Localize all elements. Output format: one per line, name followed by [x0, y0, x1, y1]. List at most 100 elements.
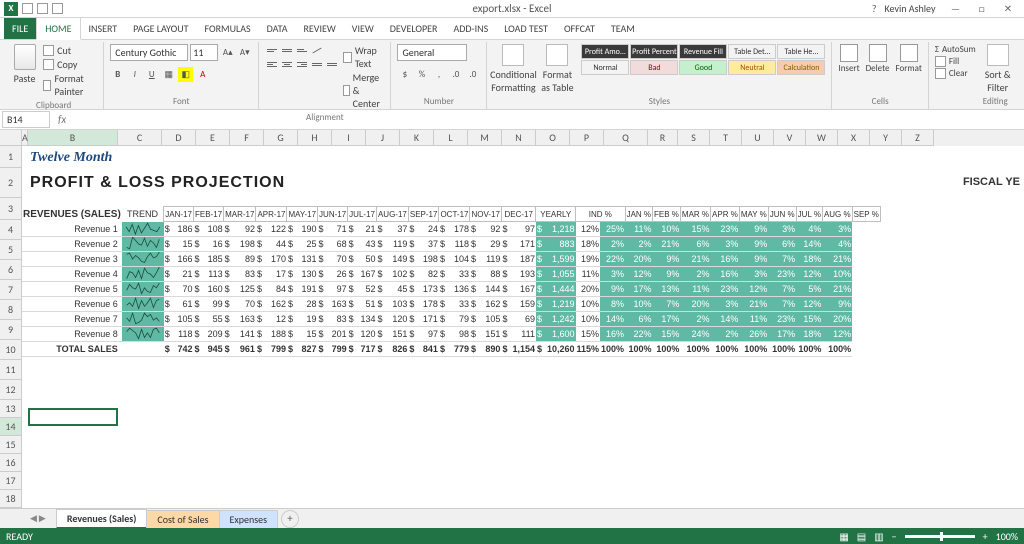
ribbon-tab-insert[interactable]: INSERT — [81, 18, 126, 39]
view-break-icon[interactable]: ▥ — [874, 530, 883, 543]
style-cell[interactable]: Table Det... — [728, 44, 776, 59]
row-header[interactable]: 18 — [0, 490, 22, 508]
column-header[interactable]: V — [774, 130, 806, 146]
align-top-button[interactable] — [265, 44, 279, 56]
table-row[interactable]: Revenue 6$61$99$70$162$28$163$51$103$178… — [22, 297, 880, 312]
undo-icon[interactable] — [37, 3, 48, 14]
row-headers[interactable]: 12345678910111213141516171819 — [0, 146, 22, 508]
border-button[interactable]: ▦ — [161, 67, 176, 82]
sheet-tab-cost-of-sales[interactable]: Cost of Sales — [146, 510, 219, 528]
autosum-button[interactable]: Σ AutoSum — [935, 44, 976, 55]
view-normal-icon[interactable]: ▦ — [839, 530, 848, 543]
ribbon-tab-review[interactable]: REVIEW — [295, 18, 343, 39]
name-box[interactable]: B14 — [2, 111, 50, 128]
align-right-button[interactable] — [295, 58, 309, 70]
worksheet[interactable]: ABCDEFGHIJKLMNOPQRSTUVWXYZ 1234567891011… — [0, 130, 1024, 508]
row-header[interactable]: 7 — [0, 280, 22, 300]
wrap-text-button[interactable]: Wrap Text — [343, 44, 384, 70]
style-cell[interactable]: Bad — [630, 60, 678, 75]
row-header[interactable]: 14 — [0, 418, 22, 436]
bold-button[interactable]: B — [110, 67, 125, 82]
sheet-tab-expenses[interactable]: Expenses — [219, 510, 279, 528]
column-header[interactable]: D — [162, 130, 196, 146]
style-cell[interactable]: Neutral — [728, 60, 776, 75]
format-cells-button[interactable]: Format — [896, 44, 922, 74]
save-icon[interactable] — [22, 3, 33, 14]
redo-icon[interactable] — [52, 3, 63, 14]
find-select-button[interactable]: Find & Select — [1020, 44, 1024, 94]
zoom-in-button[interactable]: + — [983, 530, 988, 543]
column-header[interactable]: X — [838, 130, 870, 146]
increase-indent-button[interactable] — [325, 58, 339, 70]
row-header[interactable]: 8 — [0, 300, 22, 320]
sheet-tab-revenues-sales-[interactable]: Revenues (Sales) — [56, 509, 148, 529]
style-cell[interactable]: Normal — [581, 60, 629, 75]
fill-color-button[interactable]: ◧ — [178, 67, 193, 82]
merge-center-button[interactable]: Merge & Center — [343, 71, 384, 110]
ribbon-tab-file[interactable]: FILE — [4, 18, 36, 39]
column-header[interactable]: N — [502, 130, 536, 146]
grid[interactable]: Twelve Month PROFIT & LOSS PROJECTION FI… — [22, 146, 1024, 508]
cut-button[interactable]: Cut — [43, 44, 97, 57]
row-header[interactable]: 1 — [0, 146, 22, 168]
conditional-formatting-button[interactable]: Conditional Formatting — [493, 44, 533, 94]
ribbon-tab-team[interactable]: TEAM — [603, 18, 643, 39]
sort-filter-button[interactable]: Sort & Filter — [980, 44, 1016, 94]
formula-input[interactable] — [72, 113, 1024, 126]
column-header[interactable]: C — [118, 130, 162, 146]
delete-cells-button[interactable]: Delete — [866, 44, 890, 74]
row-header[interactable]: 17 — [0, 472, 22, 490]
view-layout-icon[interactable]: ▤ — [857, 530, 866, 543]
data-table[interactable]: REVENUES (SALES)TRENDJAN-17FEB-17MAR-17A… — [22, 206, 881, 357]
row-header[interactable]: 5 — [0, 240, 22, 260]
column-header[interactable]: H — [298, 130, 332, 146]
paste-button[interactable]: Paste — [10, 44, 39, 85]
column-header[interactable]: Q — [604, 130, 648, 146]
ribbon-tab-offcat[interactable]: OFFCAT — [556, 18, 603, 39]
ribbon-tab-add-ins[interactable]: ADD-INS — [445, 18, 496, 39]
format-as-table-button[interactable]: Format as Table — [537, 44, 577, 94]
zoom-out-button[interactable]: − — [892, 530, 897, 543]
zoom-level[interactable]: 100% — [996, 530, 1018, 543]
align-center-button[interactable] — [280, 58, 294, 70]
copy-button[interactable]: Copy — [43, 58, 97, 71]
decrease-decimal-button[interactable]: .0 — [465, 67, 480, 82]
style-cell[interactable]: Profit Amo... — [581, 44, 629, 59]
column-header[interactable]: J — [366, 130, 400, 146]
zoom-slider[interactable] — [905, 535, 975, 538]
increase-decimal-button[interactable]: .0 — [448, 67, 463, 82]
insert-cells-button[interactable]: Insert — [838, 44, 859, 74]
percent-button[interactable]: % — [414, 67, 429, 82]
column-header[interactable]: S — [678, 130, 710, 146]
column-header[interactable]: R — [648, 130, 678, 146]
row-header[interactable]: 12 — [0, 380, 22, 400]
decrease-font-icon[interactable]: A▾ — [237, 45, 252, 60]
column-headers[interactable]: ABCDEFGHIJKLMNOPQRSTUVWXYZ — [22, 130, 1024, 146]
ribbon-tab-load-test[interactable]: LOAD TEST — [496, 18, 556, 39]
column-header[interactable]: O — [536, 130, 570, 146]
column-header[interactable]: K — [400, 130, 434, 146]
align-middle-button[interactable] — [280, 44, 294, 56]
cell-styles-gallery[interactable]: Profit Amo...Profit PercentRevenue FillT… — [581, 44, 825, 75]
increase-font-icon[interactable]: A▴ — [220, 45, 235, 60]
user-name[interactable]: Kevin Ashley — [885, 2, 936, 15]
align-left-button[interactable] — [265, 58, 279, 70]
column-header[interactable]: B — [28, 130, 118, 146]
row-header[interactable]: 13 — [0, 400, 22, 418]
style-cell[interactable]: Profit Percent — [630, 44, 678, 59]
row-header[interactable]: 9 — [0, 320, 22, 340]
column-header[interactable]: L — [434, 130, 468, 146]
column-header[interactable]: M — [468, 130, 502, 146]
orientation-button[interactable] — [310, 44, 324, 56]
number-format-select[interactable]: General — [397, 44, 467, 61]
column-header[interactable]: I — [332, 130, 366, 146]
row-header[interactable]: 3 — [0, 198, 22, 220]
column-header[interactable]: E — [196, 130, 230, 146]
ribbon-tab-developer[interactable]: DEVELOPER — [382, 18, 446, 39]
underline-button[interactable]: U — [144, 67, 159, 82]
row-header[interactable]: 15 — [0, 436, 22, 454]
column-header[interactable]: Y — [870, 130, 902, 146]
align-bottom-button[interactable] — [295, 44, 309, 56]
row-header[interactable]: 11 — [0, 360, 22, 380]
decrease-indent-button[interactable] — [310, 58, 324, 70]
